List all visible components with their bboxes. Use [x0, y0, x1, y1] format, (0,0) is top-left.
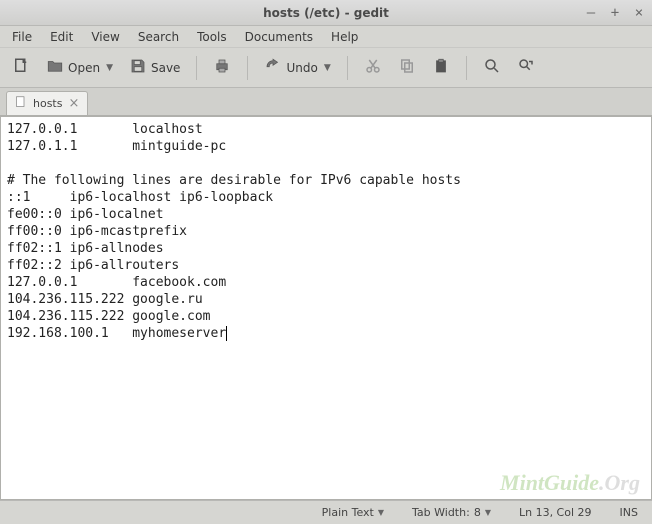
find-replace-icon — [517, 57, 535, 78]
statusbar: Plain Text ▼ Tab Width: 8 ▼ Ln 13, Col 2… — [0, 500, 652, 524]
copy-button[interactable] — [392, 53, 422, 83]
menu-tools[interactable]: Tools — [189, 28, 235, 46]
print-icon — [213, 57, 231, 78]
print-button[interactable] — [207, 53, 237, 83]
paste-icon — [432, 57, 450, 78]
search-icon — [483, 57, 501, 78]
editor-area[interactable]: 127.0.0.1 localhost 127.0.1.1 mintguide-… — [0, 116, 652, 500]
chevron-down-icon: ▼ — [378, 508, 384, 517]
syntax-label: Plain Text — [322, 506, 374, 519]
menubar: File Edit View Search Tools Documents He… — [0, 26, 652, 48]
menu-help[interactable]: Help — [323, 28, 366, 46]
save-label: Save — [151, 61, 180, 75]
tabwidth-selector[interactable]: Tab Width: 8 ▼ — [412, 506, 491, 519]
minimize-button[interactable]: – — [584, 6, 598, 20]
toolbar-separator — [247, 56, 248, 80]
menu-edit[interactable]: Edit — [42, 28, 81, 46]
cut-button[interactable] — [358, 53, 388, 83]
find-replace-button[interactable] — [511, 53, 541, 83]
toolbar-separator — [466, 56, 467, 80]
chevron-down-icon: ▼ — [322, 63, 331, 73]
new-doc-button[interactable] — [6, 53, 36, 83]
toolbar-separator — [347, 56, 348, 80]
syntax-selector[interactable]: Plain Text ▼ — [322, 506, 384, 519]
paste-button[interactable] — [426, 53, 456, 83]
undo-icon — [264, 57, 282, 78]
new-doc-icon — [12, 57, 30, 78]
tab-label: hosts — [33, 97, 62, 110]
tab-hosts[interactable]: hosts × — [6, 91, 88, 115]
menu-documents[interactable]: Documents — [237, 28, 321, 46]
window-controls: – + × — [584, 0, 646, 25]
insert-mode[interactable]: INS — [620, 506, 638, 519]
close-icon[interactable]: × — [68, 97, 79, 110]
open-icon — [46, 57, 64, 78]
open-button[interactable]: Open ▼ — [40, 53, 119, 83]
save-button[interactable]: Save — [123, 53, 186, 83]
open-label: Open — [68, 61, 100, 75]
editor-content: 127.0.0.1 localhost 127.0.1.1 mintguide-… — [7, 122, 461, 341]
undo-button[interactable]: Undo ▼ — [258, 53, 336, 83]
menu-view[interactable]: View — [83, 28, 127, 46]
window-title: hosts (/etc) - gedit — [263, 6, 389, 20]
tabstrip: hosts × — [0, 88, 652, 116]
tabwidth-value: 8 — [474, 506, 481, 519]
cursor-position: Ln 13, Col 29 — [519, 506, 592, 519]
save-icon — [129, 57, 147, 78]
menu-search[interactable]: Search — [130, 28, 187, 46]
menu-file[interactable]: File — [4, 28, 40, 46]
close-button[interactable]: × — [632, 6, 646, 20]
toolbar: Open ▼ Save Undo ▼ — [0, 48, 652, 88]
titlebar: hosts (/etc) - gedit – + × — [0, 0, 652, 26]
toolbar-separator — [196, 56, 197, 80]
chevron-down-icon: ▼ — [485, 508, 491, 517]
undo-label: Undo — [286, 61, 317, 75]
maximize-button[interactable]: + — [608, 6, 622, 20]
chevron-down-icon: ▼ — [104, 63, 113, 73]
tabwidth-label: Tab Width: — [412, 506, 470, 519]
copy-icon — [398, 57, 416, 78]
cut-icon — [364, 57, 382, 78]
document-icon — [15, 95, 27, 112]
find-button[interactable] — [477, 53, 507, 83]
text-cursor — [226, 326, 227, 341]
